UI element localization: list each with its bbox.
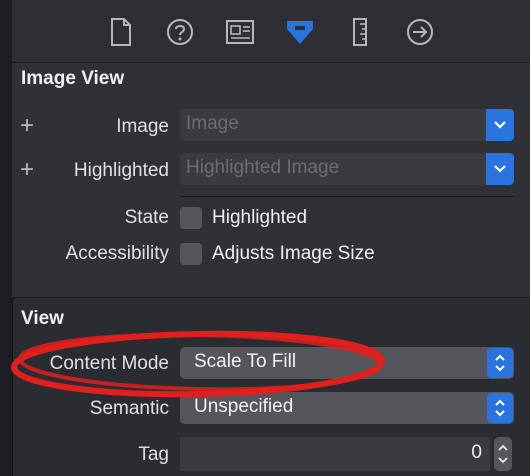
identity-icon[interactable] xyxy=(225,17,255,47)
highlighted-image-combo-box[interactable]: Highlighted Image xyxy=(180,153,514,185)
highlighted-combo-placeholder: Highlighted Image xyxy=(186,157,340,178)
image-combo-placeholder: Image xyxy=(186,113,239,134)
image-label: Image xyxy=(116,116,169,137)
tag-field[interactable]: 0 xyxy=(180,437,490,471)
semantic-label: Semantic xyxy=(89,398,169,419)
semantic-value: Unspecified xyxy=(194,396,294,417)
image-combo-box[interactable]: Image xyxy=(180,109,514,141)
content-mode-label: Content Mode xyxy=(49,353,169,374)
adjusts-image-size-checkbox[interactable] xyxy=(180,243,202,265)
add-variation-plus-icon[interactable]: + xyxy=(20,158,34,182)
add-variation-plus-icon[interactable]: + xyxy=(20,114,34,138)
content-mode-value: Scale To Fill xyxy=(194,351,297,372)
file-icon[interactable] xyxy=(106,17,136,47)
tag-value: 0 xyxy=(471,442,482,463)
connections-arrow-icon[interactable] xyxy=(405,17,435,47)
semantic-popup[interactable]: Unspecified xyxy=(180,392,514,424)
section-divider xyxy=(12,297,530,298)
tag-stepper[interactable] xyxy=(494,437,512,471)
help-icon[interactable] xyxy=(165,17,195,47)
inspector-tab-bar xyxy=(12,0,530,63)
content-mode-popup[interactable]: Scale To Fill xyxy=(180,347,514,379)
divider xyxy=(180,196,514,197)
chevron-down-icon[interactable] xyxy=(486,153,514,185)
highlighted-checkbox-label[interactable]: Highlighted xyxy=(212,207,307,229)
highlighted-checkbox[interactable] xyxy=(180,207,202,229)
up-down-chevron-icon[interactable] xyxy=(487,348,513,378)
highlighted-label: Highlighted xyxy=(73,160,169,181)
chevron-down-icon[interactable] xyxy=(486,109,514,141)
up-down-chevron-icon[interactable] xyxy=(487,393,513,423)
accessibility-label: Accessibility xyxy=(65,243,169,264)
attributes-icon[interactable] xyxy=(285,17,315,47)
adjusts-image-size-label[interactable]: Adjusts Image Size xyxy=(212,243,375,265)
section-title-view: View xyxy=(21,308,64,329)
section-title-image-view: Image View xyxy=(21,68,125,89)
size-ruler-icon[interactable] xyxy=(345,17,375,47)
tag-label: Tag xyxy=(138,444,169,465)
state-label: State xyxy=(124,207,169,228)
attributes-inspector: Image View + Image Image + Highlighted H… xyxy=(0,0,530,476)
